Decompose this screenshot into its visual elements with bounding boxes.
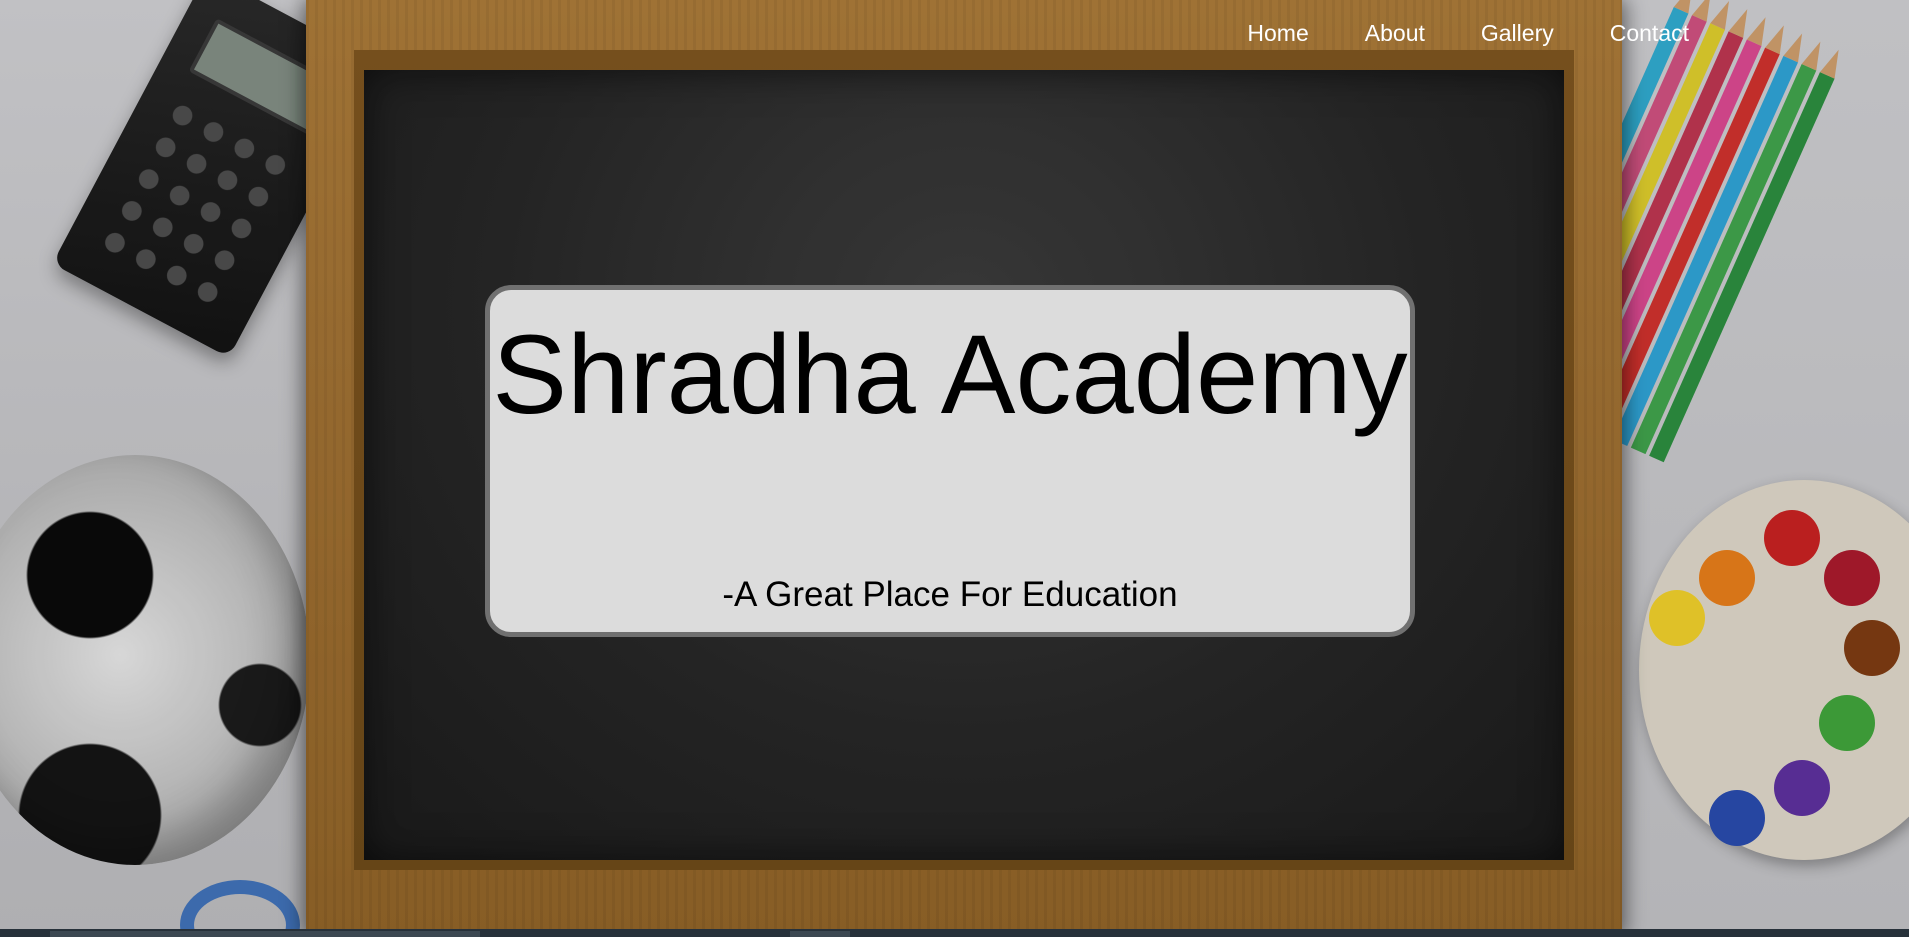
site-title: Shradha Academy <box>492 312 1408 437</box>
nav-contact-link[interactable]: Contact <box>1582 18 1689 48</box>
nav-gallery-link[interactable]: Gallery <box>1453 18 1582 48</box>
bottom-strip <box>0 929 1909 937</box>
site-tagline: -A Great Place For Education <box>722 575 1178 614</box>
nav-home-link[interactable]: Home <box>1219 18 1336 48</box>
page: Home About Gallery Contact Shradha Acade… <box>0 0 1909 937</box>
top-navigation: Home About Gallery Contact <box>1219 18 1689 48</box>
nav-about-link[interactable]: About <box>1337 18 1453 48</box>
hero-title-card: Shradha Academy -A Great Place For Educa… <box>485 285 1415 637</box>
